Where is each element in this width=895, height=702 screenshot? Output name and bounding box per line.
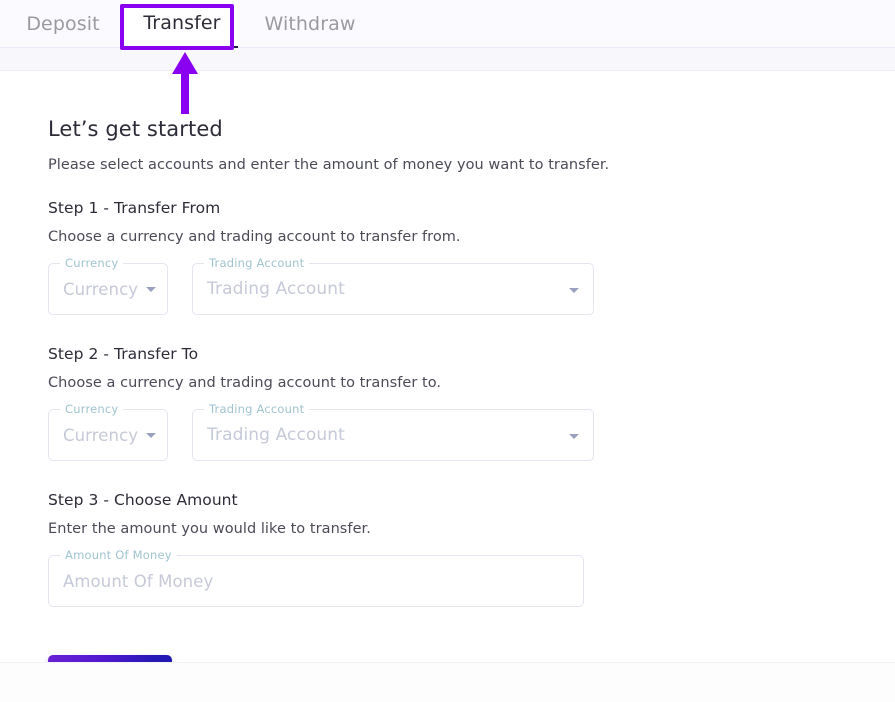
- step-3-field-row: Amount Of Money Amount Of Money: [48, 548, 895, 607]
- amount-of-money-input[interactable]: Amount Of Money Amount Of Money: [48, 548, 584, 607]
- trading-account-select-to-label: Trading Account: [204, 402, 310, 416]
- step-1-description: Choose a currency and trading account to…: [48, 229, 461, 245]
- step-2-title: Step 2 - Transfer To: [48, 345, 199, 363]
- tab-deposit[interactable]: Deposit: [8, 0, 118, 48]
- currency-select-from[interactable]: Currency Currency: [48, 256, 168, 315]
- tab-withdraw[interactable]: Withdraw: [250, 0, 370, 48]
- page-title: Let’s get started: [48, 117, 223, 141]
- page-bottom-strip: [0, 662, 895, 702]
- trading-account-select-to[interactable]: Trading Account Trading Account: [192, 402, 594, 461]
- chevron-down-icon: [569, 434, 579, 439]
- step-2-field-row: Currency Currency Trading Account Tradin…: [48, 402, 895, 461]
- amount-of-money-placeholder: Amount Of Money: [63, 571, 214, 591]
- trading-account-select-from[interactable]: Trading Account Trading Account: [192, 256, 594, 315]
- chevron-down-icon: [146, 286, 157, 292]
- currency-select-to-placeholder: Currency: [63, 425, 139, 445]
- account-action-tabbar: Deposit Transfer Withdraw: [0, 0, 895, 48]
- tab-transfer[interactable]: Transfer: [126, 0, 238, 48]
- currency-select-from-placeholder: Currency: [63, 279, 139, 299]
- currency-select-to[interactable]: Currency Currency: [48, 402, 168, 461]
- trading-account-select-to-placeholder: Trading Account: [207, 425, 345, 445]
- step-2-description: Choose a currency and trading account to…: [48, 375, 442, 391]
- step-1-title: Step 1 - Transfer From: [48, 199, 221, 217]
- currency-select-to-label: Currency: [60, 402, 124, 416]
- currency-select-from-label: Currency: [60, 256, 124, 270]
- transfer-form-panel: Let’s get started Please select accounts…: [0, 72, 895, 702]
- trading-account-select-from-label: Trading Account: [204, 256, 310, 270]
- step-1-field-row: Currency Currency Trading Account Tradin…: [48, 256, 895, 315]
- page-subtitle: Please select accounts and enter the amo…: [48, 157, 610, 173]
- step-3-title: Step 3 - Choose Amount: [48, 491, 238, 509]
- step-1-section: Step 1 - Transfer From Choose a currency…: [48, 199, 895, 315]
- step-3-section: Step 3 - Choose Amount Enter the amount …: [48, 491, 895, 607]
- amount-of-money-label: Amount Of Money: [60, 548, 177, 562]
- trading-account-select-from-placeholder: Trading Account: [207, 279, 345, 299]
- step-2-section: Step 2 - Transfer To Choose a currency a…: [48, 345, 895, 461]
- chevron-down-icon: [569, 288, 579, 293]
- step-3-description: Enter the amount you would like to trans…: [48, 521, 371, 537]
- tabbar-underband: [0, 48, 895, 71]
- chevron-down-icon: [146, 432, 157, 438]
